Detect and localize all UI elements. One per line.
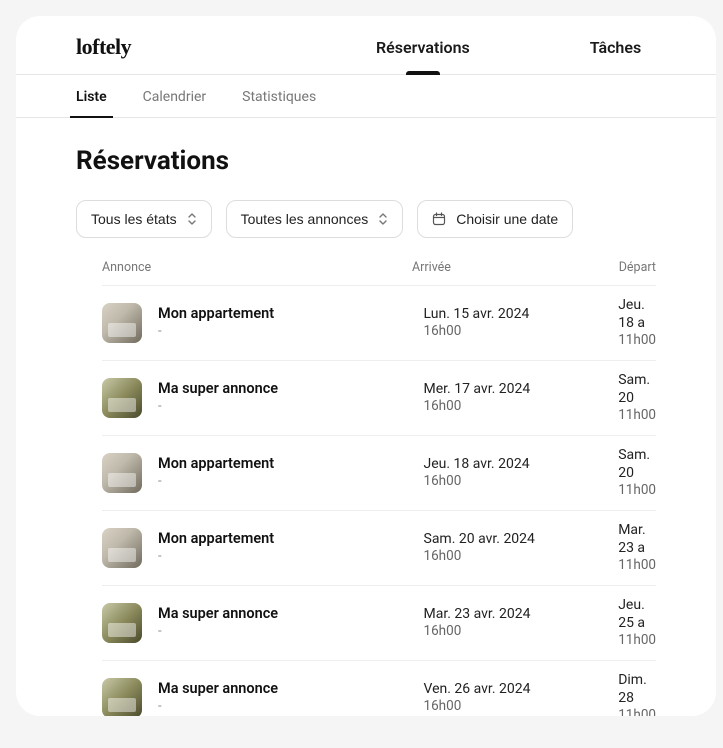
filter-status-label: Tous les états: [91, 211, 177, 227]
col-departure: Départ: [619, 260, 656, 275]
arrival-date: Jeu. 18 avr. 2024: [424, 455, 619, 473]
arrival-date: Ven. 26 avr. 2024: [424, 680, 619, 698]
table-row[interactable]: Ma super annonce-Mar. 23 avr. 202416h00J…: [102, 585, 656, 660]
cell-departure: Sam. 2011h00: [618, 371, 656, 425]
departure-date: Sam. 20: [618, 446, 656, 482]
listing-subtitle: -: [158, 624, 424, 641]
page-title: Réservations: [76, 146, 656, 176]
sort-icon: [378, 212, 388, 226]
cell-arrival: Sam. 20 avr. 202416h00: [424, 530, 619, 566]
content: Réservations Tous les états Toutes les a…: [16, 118, 716, 716]
cell-departure: Dim. 2811h00: [618, 671, 656, 716]
filter-date[interactable]: Choisir une date: [417, 200, 573, 238]
table-row[interactable]: Mon appartement-Sam. 20 avr. 202416h00Ma…: [102, 510, 656, 585]
listing-name: Mon appartement: [158, 455, 424, 474]
departure-time: 11h00: [618, 632, 656, 650]
table-row[interactable]: Mon appartement-Jeu. 18 avr. 202416h00Sa…: [102, 435, 656, 510]
listing-subtitle: -: [158, 549, 424, 566]
arrival-time: 16h00: [424, 323, 619, 341]
topbar: loftely Réservations Tâches: [16, 16, 716, 75]
cell-departure: Jeu. 18 a11h00: [618, 296, 656, 350]
filter-listings[interactable]: Toutes les annonces: [226, 200, 404, 238]
listing-thumbnail: [102, 378, 142, 418]
listing-subtitle: -: [158, 699, 424, 716]
departure-time: 11h00: [618, 707, 656, 716]
cell-listing: Mon appartement-: [158, 455, 424, 491]
logo: loftely: [76, 34, 131, 60]
departure-date: Sam. 20: [618, 371, 656, 407]
cell-listing: Ma super annonce-: [158, 605, 424, 641]
listing-name: Mon appartement: [158, 305, 424, 324]
nav-tasks[interactable]: Tâches: [590, 38, 641, 57]
listing-thumbnail: [102, 303, 142, 343]
listing-subtitle: -: [158, 399, 424, 416]
tab-stats[interactable]: Statistiques: [242, 75, 316, 117]
table-header: Annonce Arrivée Départ: [76, 260, 656, 285]
arrival-date: Sam. 20 avr. 2024: [424, 530, 619, 548]
sort-icon: [187, 212, 197, 226]
departure-time: 11h00: [618, 557, 656, 575]
arrival-date: Lun. 15 avr. 2024: [424, 305, 619, 323]
main-nav: Réservations Tâches: [376, 38, 641, 57]
cell-arrival: Lun. 15 avr. 202416h00: [424, 305, 619, 341]
listing-thumbnail: [102, 453, 142, 493]
departure-time: 11h00: [618, 407, 656, 425]
arrival-date: Mar. 23 avr. 2024: [424, 605, 619, 623]
cell-listing: Mon appartement-: [158, 305, 424, 341]
departure-date: Dim. 28: [618, 671, 656, 707]
cell-arrival: Mer. 17 avr. 202416h00: [424, 380, 619, 416]
tab-calendar[interactable]: Calendrier: [143, 75, 207, 117]
arrival-time: 16h00: [424, 623, 619, 641]
tab-list[interactable]: Liste: [76, 75, 107, 117]
col-listing: Annonce: [102, 260, 412, 275]
filter-status[interactable]: Tous les états: [76, 200, 212, 238]
listing-subtitle: -: [158, 474, 424, 491]
departure-date: Jeu. 25 a: [618, 596, 656, 632]
app-window: loftely Réservations Tâches Liste Calend…: [16, 16, 716, 716]
cell-departure: Sam. 2011h00: [618, 446, 656, 500]
listing-thumbnail: [102, 603, 142, 643]
filter-date-label: Choisir une date: [456, 211, 558, 227]
arrival-time: 16h00: [424, 473, 619, 491]
filters: Tous les états Toutes les annonces Chois…: [76, 200, 656, 238]
listing-name: Ma super annonce: [158, 605, 424, 624]
departure-date: Mar. 23 a: [618, 521, 656, 557]
table-row[interactable]: Ma super annonce-Ven. 26 avr. 202416h00D…: [102, 660, 656, 716]
table-body: Mon appartement-Lun. 15 avr. 202416h00Je…: [76, 285, 656, 716]
nav-reservations[interactable]: Réservations: [376, 38, 470, 57]
cell-listing: Mon appartement-: [158, 530, 424, 566]
col-arrival: Arrivée: [412, 260, 619, 275]
departure-time: 11h00: [618, 332, 656, 350]
listing-name: Mon appartement: [158, 530, 424, 549]
listing-thumbnail: [102, 528, 142, 568]
cell-listing: Ma super annonce-: [158, 680, 424, 716]
table-row[interactable]: Ma super annonce-Mer. 17 avr. 202416h00S…: [102, 360, 656, 435]
table-row[interactable]: Mon appartement-Lun. 15 avr. 202416h00Je…: [102, 285, 656, 360]
filter-listings-label: Toutes les annonces: [241, 211, 369, 227]
arrival-time: 16h00: [424, 398, 619, 416]
listing-subtitle: -: [158, 324, 424, 341]
cell-departure: Jeu. 25 a11h00: [618, 596, 656, 650]
subnav: Liste Calendrier Statistiques: [16, 75, 716, 118]
cell-departure: Mar. 23 a11h00: [618, 521, 656, 575]
listing-name: Ma super annonce: [158, 680, 424, 699]
cell-arrival: Ven. 26 avr. 202416h00: [424, 680, 619, 716]
departure-date: Jeu. 18 a: [618, 296, 656, 332]
calendar-icon: [432, 212, 446, 226]
cell-listing: Ma super annonce-: [158, 380, 424, 416]
cell-arrival: Jeu. 18 avr. 202416h00: [424, 455, 619, 491]
listing-name: Ma super annonce: [158, 380, 424, 399]
arrival-time: 16h00: [424, 548, 619, 566]
cell-arrival: Mar. 23 avr. 202416h00: [424, 605, 619, 641]
listing-thumbnail: [102, 678, 142, 716]
arrival-date: Mer. 17 avr. 2024: [424, 380, 619, 398]
arrival-time: 16h00: [424, 698, 619, 716]
departure-time: 11h00: [618, 482, 656, 500]
